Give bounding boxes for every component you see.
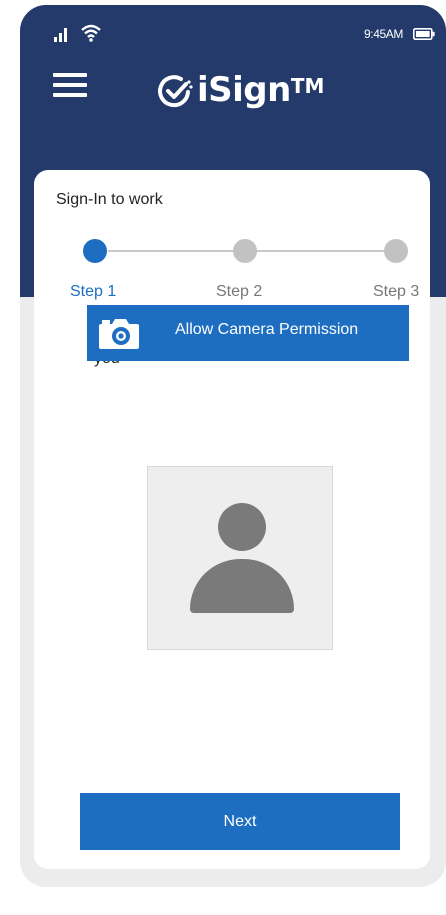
step-1-indicator[interactable] [83, 239, 107, 263]
app-logo: iSign TM [155, 67, 324, 113]
wifi-icon [81, 24, 101, 42]
status-bar: 9:45AM [20, 5, 446, 55]
step-3-label[interactable]: Step 3 [373, 283, 419, 301]
stepper-line-2 [256, 250, 396, 252]
step-2-label[interactable]: Step 2 [216, 283, 262, 301]
hamburger-menu-icon[interactable] [53, 71, 87, 99]
avatar-head [218, 503, 266, 551]
signal-icon [54, 28, 67, 42]
logo-text: iSign [197, 70, 291, 110]
step-2-indicator[interactable] [233, 239, 257, 263]
allow-camera-label: Allow Camera Permission [175, 321, 359, 338]
selfie-placeholder [147, 466, 333, 650]
stepper-line-1 [108, 250, 236, 252]
allow-camera-permission-button[interactable]: Allow Camera Permission [87, 305, 409, 361]
check-mark-logo-icon [158, 75, 193, 108]
logo-trademark: TM [290, 74, 325, 98]
step-1-label[interactable]: Step 1 [70, 283, 116, 301]
battery-icon [413, 28, 435, 40]
sign-in-card: Sign-In to work Step 1 Step 2 Step 3 Tak… [34, 170, 430, 869]
card-title: Sign-In to work [56, 191, 163, 208]
avatar-body [190, 559, 294, 613]
phone-frame: 9:45AM iSign TM Sign-In to work Step 1 S… [20, 5, 446, 887]
camera-icon [99, 319, 139, 349]
step-3-indicator[interactable] [384, 239, 408, 263]
status-time: 9:45AM [364, 27, 403, 41]
next-button[interactable]: Next [80, 793, 400, 850]
